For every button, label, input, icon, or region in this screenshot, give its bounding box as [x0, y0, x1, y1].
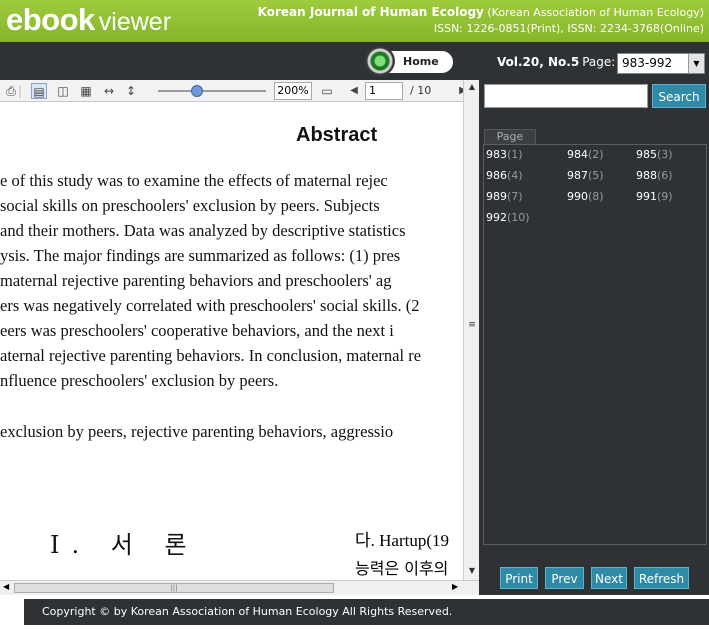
page-link[interactable]: 986(4) [486, 169, 523, 182]
zoom-slider[interactable] [158, 90, 266, 92]
horizontal-scroll-thumb[interactable]: ||| [14, 583, 334, 593]
abstract-line: nfluence preschoolers' exclusion by peer… [0, 371, 279, 390]
page-total: / 10 [410, 84, 432, 97]
journal-issn: ISSN: 1226-0851(Print), ISSN: 2234-3768(… [433, 22, 704, 35]
section-heading: Ⅰ. 서 론 [50, 531, 199, 559]
abstract-line: and their mothers. Data was analyzed by … [0, 221, 406, 240]
journal-title: Korean Journal of Human Ecology [257, 5, 484, 19]
scroll-right-icon[interactable]: ▶ [452, 582, 458, 591]
page-link[interactable]: 983(1) [486, 148, 523, 161]
fullscreen-icon[interactable]: ▭ [319, 83, 335, 99]
page-link[interactable]: 989(7) [486, 190, 523, 203]
abstract-line: social skills on preschoolers' exclusion… [0, 196, 380, 215]
next-button[interactable]: Next [591, 567, 627, 589]
toolbar-divider: | [18, 84, 23, 98]
home-label: Home [403, 55, 439, 68]
horizontal-scrollbar[interactable]: ◀ ||| ▶ [0, 580, 479, 595]
abstract-line: ers was negatively correlated with presc… [0, 296, 420, 315]
journal-info: Korean Journal of Human Ecology (Korean … [258, 4, 704, 37]
scroll-up-icon[interactable]: ▲ [467, 82, 477, 91]
page-link[interactable]: 990(8) [567, 190, 604, 203]
prev-page-icon[interactable]: ◀ [346, 83, 362, 99]
page-link[interactable]: 992(10) [486, 211, 530, 224]
thumbnails-icon[interactable]: ▦ [78, 83, 94, 99]
abstract-line: maternal rejective parenting behaviors a… [0, 271, 392, 290]
logo-light: viewer [98, 8, 172, 36]
scroll-down-icon[interactable]: ▼ [467, 566, 477, 575]
document-viewer: ⎙ | ▤ ◫ ▦ ↔ ↕ 200% ▭ ◀ 1 / 10 ▶ Abstract… [0, 80, 479, 595]
print-button[interactable]: Print [500, 567, 538, 589]
volume-info: Vol.20, No.5 Page: [497, 55, 615, 69]
tab-page[interactable]: Page [484, 129, 536, 144]
logo-bold: ebook [6, 2, 95, 37]
print-icon[interactable]: ⎙ [3, 83, 19, 99]
scroll-thumb[interactable]: ≡ [467, 320, 477, 330]
search-input[interactable] [484, 84, 648, 108]
page-label: Page: [582, 55, 616, 69]
footer: Copyright © by Korean Association of Hum… [0, 595, 709, 629]
nav-bar: Home Vol.20, No.5 Page: 983-992 ▼ [0, 42, 709, 80]
viewer-toolbar: ⎙ | ▤ ◫ ▦ ↔ ↕ 200% ▭ ◀ 1 / 10 ▶ [0, 80, 479, 102]
keywords-line: exclusion by peers, rejective parenting … [0, 422, 394, 441]
two-page-icon[interactable]: ◫ [55, 83, 71, 99]
abstract-title: Abstract [296, 124, 378, 146]
prev-button[interactable]: Prev [545, 567, 584, 589]
journal-org: (Korean Association of Human Ecology) [487, 6, 704, 19]
page-range-value: 983-992 [622, 56, 673, 70]
page-link[interactable]: 984(2) [567, 148, 604, 161]
body-line: 다. Hartup(19 [355, 531, 450, 550]
header-bar: ebook viewer Korean Journal of Human Ecol… [0, 0, 709, 42]
vertical-scrollbar[interactable]: ▲ ≡ ▼ [463, 80, 479, 580]
copyright-text: Copyright © by Korean Association of Hum… [24, 599, 709, 625]
home-button[interactable]: Home [365, 46, 453, 76]
volume-label: Vol.20, No.5 [497, 55, 580, 69]
single-page-icon[interactable]: ▤ [31, 83, 47, 99]
fit-height-icon[interactable]: ↕ [123, 83, 139, 99]
page-list: 983(1) 984(2) 985(3) 986(4) 987(5) 988(6… [483, 144, 707, 545]
page-link[interactable]: 991(9) [636, 190, 673, 203]
abstract-line: e of this study was to examine the effec… [0, 171, 388, 190]
home-icon [365, 46, 395, 76]
ebook-viewer-logo: ebook viewer [6, 2, 171, 38]
page-link[interactable]: 985(3) [636, 148, 673, 161]
zoom-level[interactable]: 200% [274, 82, 312, 100]
page-link[interactable]: 987(5) [567, 169, 604, 182]
refresh-button[interactable]: Refresh [634, 567, 689, 589]
scroll-left-icon[interactable]: ◀ [3, 582, 9, 591]
page-link[interactable]: 988(6) [636, 169, 673, 182]
search-button[interactable]: Search [652, 84, 706, 108]
page-range-select[interactable]: 983-992 ▼ [617, 53, 705, 74]
dropdown-arrow-icon[interactable]: ▼ [688, 54, 704, 73]
abstract-line: aternal rejective parenting behaviors. I… [0, 346, 422, 365]
fit-width-icon[interactable]: ↔ [101, 83, 117, 99]
zoom-slider-handle[interactable] [191, 85, 203, 97]
abstract-line: ysis. The major findings are summarized … [0, 246, 401, 265]
side-panel: Search Page 983(1) 984(2) 985(3) 986(4) … [479, 80, 709, 595]
page-number-input[interactable]: 1 [365, 82, 403, 100]
document-page: Abstract e of this study was to examine … [0, 103, 463, 580]
body-line: 능력은 이후의 [355, 559, 449, 578]
ebook-viewer-app: ebook viewer Korean Journal of Human Ecol… [0, 0, 709, 629]
abstract-line: eers was preschoolers' cooperative behav… [0, 321, 394, 340]
